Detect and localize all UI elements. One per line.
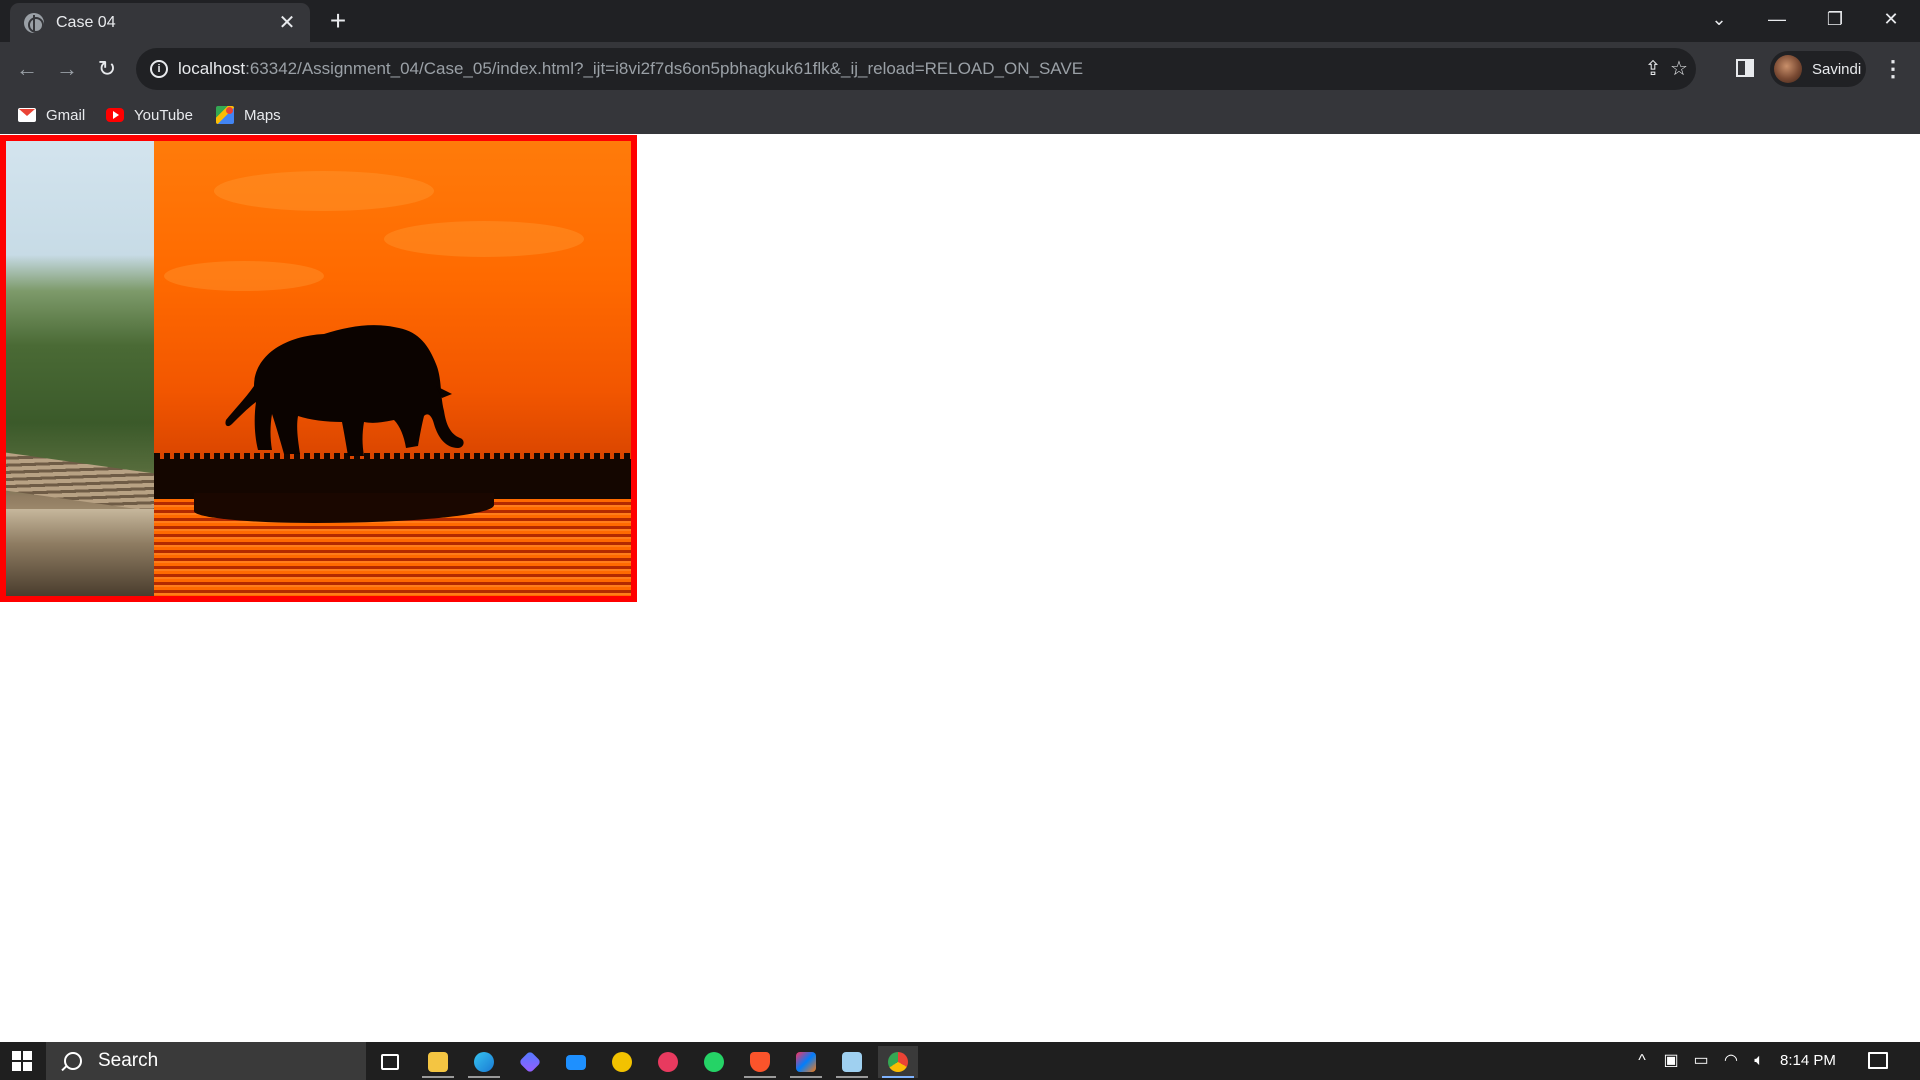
bookmarks-bar: Gmail YouTube Maps [0, 96, 1920, 134]
tab-strip: Case 04 ✕ + ⌄ — ❐ ✕ [0, 0, 1920, 42]
chrome-icon[interactable] [878, 1046, 918, 1078]
address-bar[interactable]: i localhost:63342/Assignment_04/Case_05/… [136, 48, 1696, 90]
bookmark-label: Maps [244, 106, 281, 124]
taskbar-clock[interactable]: 8:14 PM [1780, 1042, 1836, 1080]
whatsapp-icon[interactable] [694, 1046, 734, 1078]
restore-button[interactable]: ❐ [1806, 0, 1864, 38]
elephant-sunset-image [154, 141, 631, 596]
railway-track [6, 452, 154, 512]
display-icon[interactable]: ▣ [1658, 1042, 1684, 1080]
tab-case-04[interactable]: Case 04 ✕ [10, 3, 310, 42]
youtube-icon [106, 108, 124, 122]
site-info-icon[interactable]: i [150, 60, 168, 78]
maps-icon [216, 106, 234, 124]
mail-icon[interactable] [556, 1046, 596, 1078]
bookmark-youtube[interactable]: YouTube [106, 104, 193, 126]
tab-search-icon[interactable]: ⌄ [1690, 0, 1748, 38]
profile-button[interactable]: Savindi [1770, 51, 1866, 87]
elephant-silhouette [214, 316, 474, 466]
bookmark-label: YouTube [134, 106, 193, 124]
sky-cloud [214, 171, 434, 211]
bookmark-gmail[interactable]: Gmail [18, 104, 85, 126]
battery-icon[interactable]: ▭ [1688, 1042, 1714, 1080]
whatsapp-companion-icon[interactable] [602, 1046, 642, 1078]
bookmark-star-icon[interactable]: ☆ [1666, 56, 1692, 82]
close-window-button[interactable]: ✕ [1862, 0, 1920, 38]
windows-start-icon[interactable] [12, 1051, 32, 1071]
share-icon[interactable]: ⇪ [1640, 56, 1666, 82]
url-host: localhost [178, 59, 246, 78]
search-placeholder: Search [98, 1050, 159, 1071]
task-view-icon[interactable] [370, 1046, 410, 1078]
bookmark-label: Gmail [46, 106, 86, 124]
gmail-icon [18, 108, 36, 122]
edge-icon[interactable] [464, 1046, 504, 1078]
sky-cloud [384, 221, 584, 257]
globe-icon [24, 12, 44, 33]
minimize-button[interactable]: — [1748, 0, 1806, 38]
wifi-icon[interactable]: ◠ [1718, 1042, 1744, 1080]
kebab-menu-icon[interactable]: ⋮ [1880, 56, 1906, 82]
brave-icon[interactable] [740, 1046, 780, 1078]
bookmark-maps[interactable]: Maps [216, 104, 281, 126]
taskbar-search-box[interactable]: Search [46, 1042, 366, 1080]
tray-expand-icon[interactable]: ^ [1630, 1042, 1654, 1080]
browser-toolbar: ← → ↻ i localhost:63342/Assignment_04/Ca… [0, 42, 1920, 96]
camera-icon[interactable] [648, 1046, 688, 1078]
url-text[interactable]: localhost:63342/Assignment_04/Case_05/in… [178, 59, 1083, 79]
page-viewport [0, 134, 1920, 1042]
reload-button[interactable]: ↻ [90, 52, 124, 86]
forest-railway-image [6, 141, 154, 596]
profile-name: Savindi [1812, 60, 1862, 78]
forward-button[interactable]: → [50, 52, 84, 86]
windows-taskbar: Search ^ ▣ ▭ ◠ 🔈︎ 8:14 PM [0, 1042, 1920, 1080]
tab-close-icon[interactable]: ✕ [276, 12, 298, 34]
search-icon [64, 1052, 82, 1070]
tab-title: Case 04 [56, 13, 116, 31]
copilot-icon[interactable] [510, 1046, 550, 1078]
volume-icon[interactable]: 🔈︎ [1746, 1042, 1772, 1080]
elephant-icon [225, 325, 464, 456]
image-frame [0, 135, 637, 602]
url-path: :63342/Assignment_04/Case_05/index.html?… [245, 59, 1084, 78]
avatar [1774, 55, 1802, 83]
file-explorer-icon[interactable] [418, 1046, 458, 1078]
stone-ledge [6, 509, 154, 596]
sky-cloud [164, 261, 324, 291]
intellij-icon[interactable] [786, 1046, 826, 1078]
notification-center-icon[interactable] [1868, 1052, 1888, 1069]
back-button[interactable]: ← [10, 52, 44, 86]
side-panel-icon[interactable] [1736, 59, 1754, 77]
notepad-icon[interactable] [832, 1046, 872, 1078]
new-tab-button[interactable]: + [323, 6, 353, 36]
